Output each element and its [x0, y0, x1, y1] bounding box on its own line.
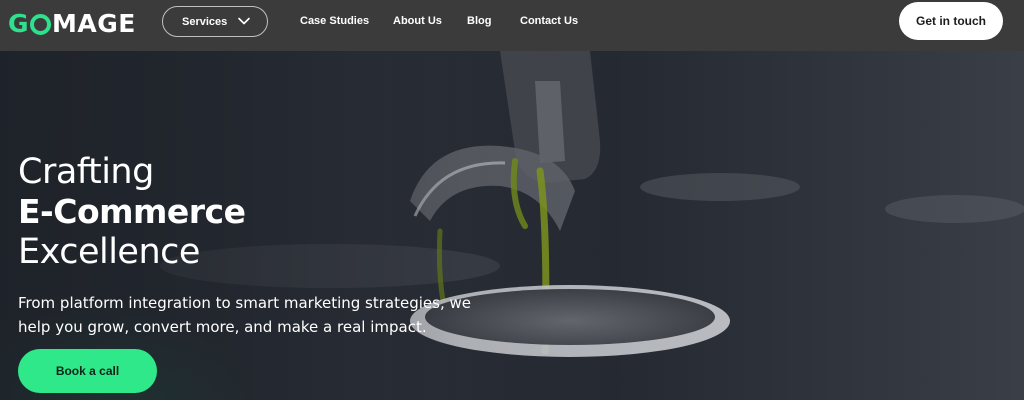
nav-blog[interactable]: Blog [467, 15, 491, 27]
book-a-call-button[interactable]: Book a call [18, 349, 157, 393]
nav-about-us[interactable]: About Us [393, 15, 442, 27]
hero-title-line1: Crafting [18, 152, 154, 192]
hero-description: From platform integration to smart marke… [18, 294, 471, 336]
hero-title-line2: E-Commerce [18, 192, 246, 231]
chevron-down-icon [238, 17, 250, 25]
services-dropdown[interactable]: Services [162, 6, 268, 37]
hero-title-line3: Excellence [18, 232, 200, 272]
nav-case-studies[interactable]: Case Studies [300, 15, 369, 27]
hero-section: Crafting E-Commerce Excellence From plat… [0, 51, 1024, 400]
site-header: G MAGE Services Case Studies About Us Blo… [0, 0, 1024, 51]
get-in-touch-button[interactable]: Get in touch [899, 2, 1003, 40]
hero-title: Crafting E-Commerce Excellence [18, 152, 246, 272]
logo-o-icon [30, 13, 52, 35]
nav-contact-us[interactable]: Contact Us [520, 15, 578, 27]
services-label: Services [182, 15, 228, 28]
logo[interactable]: G MAGE [8, 7, 136, 39]
